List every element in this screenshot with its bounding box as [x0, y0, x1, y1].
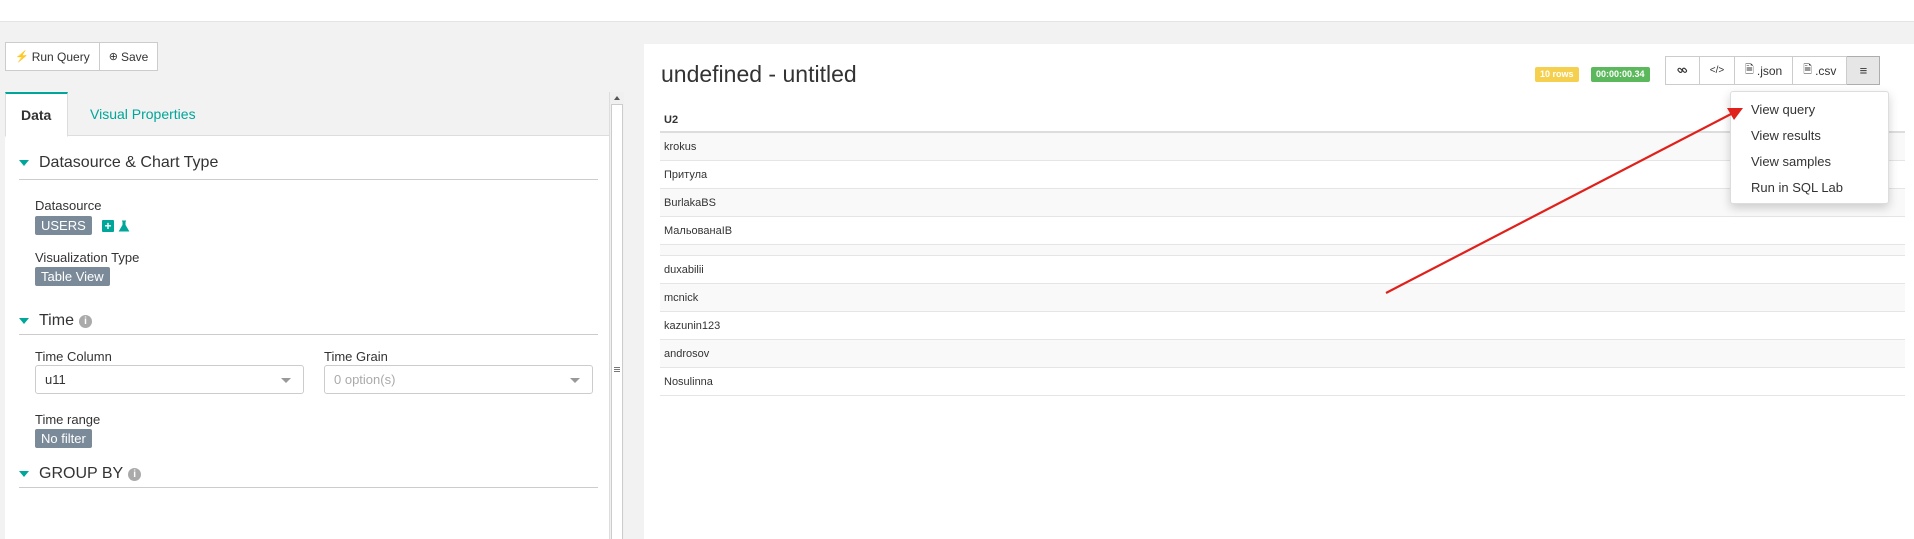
annotation-arrow	[1385, 108, 1743, 294]
